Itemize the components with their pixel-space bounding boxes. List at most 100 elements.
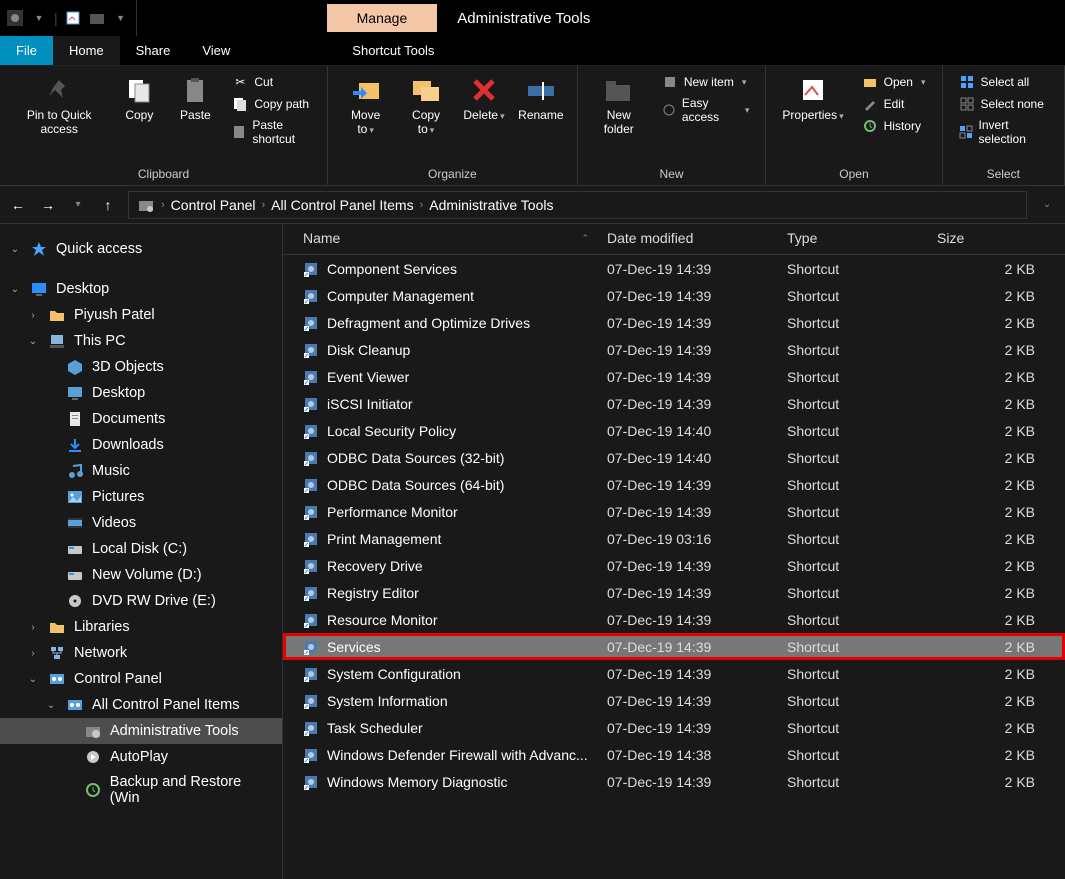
nav-item[interactable]: ⌄This PC	[0, 328, 282, 354]
expand-chevron-icon[interactable]: ⌄	[8, 284, 22, 295]
file-row[interactable]: Component Services07-Dec-19 14:39Shortcu…	[283, 255, 1065, 282]
file-list[interactable]: Name⌃ Date modified Type Size Component …	[283, 224, 1065, 879]
nav-item[interactable]: ⌄Desktop	[0, 276, 282, 302]
navigation-pane[interactable]: ⌄Quick access⌄Desktop›Piyush Patel⌄This …	[0, 224, 283, 879]
open-button[interactable]: Open▾	[856, 72, 932, 92]
forward-button[interactable]: →	[38, 195, 58, 215]
breadcrumb-leaf[interactable]: Administrative Tools	[429, 197, 553, 213]
file-row[interactable]: System Configuration07-Dec-19 14:39Short…	[283, 660, 1065, 687]
breadcrumb-mid[interactable]: All Control Panel Items	[271, 197, 413, 213]
file-row[interactable]: Local Security Policy07-Dec-19 14:40Shor…	[283, 417, 1065, 444]
file-row[interactable]: Windows Defender Firewall with Advanc...…	[283, 741, 1065, 768]
new-item-button[interactable]: New item▾	[656, 72, 756, 92]
new-folder-button[interactable]: New folder	[586, 70, 652, 165]
tab-share[interactable]: Share	[120, 36, 187, 65]
file-row[interactable]: Defragment and Optimize Drives07-Dec-19 …	[283, 309, 1065, 336]
file-row[interactable]: Resource Monitor07-Dec-19 14:39Shortcut2…	[283, 606, 1065, 633]
nav-item[interactable]: Downloads	[0, 432, 282, 458]
tab-file[interactable]: File	[0, 36, 53, 65]
invert-selection-button[interactable]: Invert selection	[953, 116, 1054, 148]
file-row[interactable]: Services07-Dec-19 14:39Shortcut2 KB	[283, 633, 1065, 660]
nav-item[interactable]: Pictures	[0, 484, 282, 510]
pin-to-quick-access-button[interactable]: Pin to Quick access	[8, 70, 110, 165]
expand-chevron-icon[interactable]: ›	[26, 648, 40, 659]
manage-contextual-tab[interactable]: Manage	[327, 4, 438, 32]
expand-chevron-icon[interactable]: ⌄	[8, 244, 22, 255]
tab-home[interactable]: Home	[53, 36, 120, 65]
nav-item[interactable]: ›Libraries	[0, 614, 282, 640]
file-row[interactable]: Performance Monitor07-Dec-19 14:39Shortc…	[283, 498, 1065, 525]
copy-button[interactable]: Copy	[112, 70, 166, 165]
tab-view[interactable]: View	[186, 36, 246, 65]
chevron-right-icon[interactable]: ›	[262, 199, 266, 211]
paste-shortcut-button[interactable]: Paste shortcut	[226, 116, 317, 148]
expand-chevron-icon[interactable]: ⌄	[26, 336, 40, 347]
move-to-button[interactable]: Move to▾	[336, 70, 395, 165]
file-row[interactable]: Windows Memory Diagnostic07-Dec-19 14:39…	[283, 768, 1065, 795]
nav-item[interactable]: ›Piyush Patel	[0, 302, 282, 328]
file-row[interactable]: Computer Management07-Dec-19 14:39Shortc…	[283, 282, 1065, 309]
select-none-button[interactable]: Select none	[953, 94, 1054, 114]
nav-item[interactable]: Local Disk (C:)	[0, 536, 282, 562]
expand-chevron-icon[interactable]: ›	[26, 310, 40, 321]
column-headers[interactable]: Name⌃ Date modified Type Size	[283, 224, 1065, 255]
breadcrumb[interactable]: › Control Panel › All Control Panel Item…	[128, 191, 1027, 219]
column-header-size[interactable]: Size	[937, 230, 1065, 246]
expand-chevron-icon[interactable]: ⌄	[26, 674, 40, 685]
nav-item[interactable]: ⌄Control Panel	[0, 666, 282, 692]
delete-icon	[468, 74, 500, 106]
chevron-right-icon[interactable]: ›	[161, 199, 165, 211]
qat-more-icon[interactable]: ▼	[112, 9, 130, 27]
file-row[interactable]: Event Viewer07-Dec-19 14:39Shortcut2 KB	[283, 363, 1065, 390]
file-row[interactable]: iSCSI Initiator07-Dec-19 14:39Shortcut2 …	[283, 390, 1065, 417]
nav-item[interactable]: New Volume (D:)	[0, 562, 282, 588]
address-dropdown-icon[interactable]: ⌄	[1037, 195, 1057, 215]
properties-icon[interactable]	[64, 9, 82, 27]
qat-dropdown-icon[interactable]: ▼	[30, 9, 48, 27]
rename-button[interactable]: Rename	[513, 70, 569, 165]
select-all-button[interactable]: Select all	[953, 72, 1054, 92]
back-button[interactable]: ←	[8, 195, 28, 215]
nav-item[interactable]: Documents	[0, 406, 282, 432]
easy-access-button[interactable]: Easy access▾	[656, 94, 756, 126]
nav-item[interactable]: DVD RW Drive (E:)	[0, 588, 282, 614]
delete-button[interactable]: Delete▾	[457, 70, 511, 165]
file-row[interactable]: Task Scheduler07-Dec-19 14:39Shortcut2 K…	[283, 714, 1065, 741]
file-row[interactable]: Recovery Drive07-Dec-19 14:39Shortcut2 K…	[283, 552, 1065, 579]
nav-item-label: New Volume (D:)	[92, 567, 202, 583]
file-row[interactable]: Disk Cleanup07-Dec-19 14:39Shortcut2 KB	[283, 336, 1065, 363]
up-button[interactable]: ↑	[98, 195, 118, 215]
recent-locations-icon[interactable]: ▾	[68, 195, 88, 215]
paste-button[interactable]: Paste	[168, 70, 222, 165]
nav-item[interactable]: ›Network	[0, 640, 282, 666]
nav-item[interactable]: ⌄All Control Panel Items	[0, 692, 282, 718]
nav-item[interactable]: 3D Objects	[0, 354, 282, 380]
nav-item[interactable]: Music	[0, 458, 282, 484]
properties-button[interactable]: Properties▾	[774, 70, 851, 165]
file-row[interactable]: System Information07-Dec-19 14:39Shortcu…	[283, 687, 1065, 714]
history-button[interactable]: History	[856, 116, 932, 136]
nav-item[interactable]: Videos	[0, 510, 282, 536]
file-row[interactable]: Registry Editor07-Dec-19 14:39Shortcut2 …	[283, 579, 1065, 606]
file-row[interactable]: ODBC Data Sources (64-bit)07-Dec-19 14:3…	[283, 471, 1065, 498]
nav-item[interactable]: Administrative Tools	[0, 718, 282, 744]
column-header-type[interactable]: Type	[787, 230, 937, 246]
nav-item[interactable]: Desktop	[0, 380, 282, 406]
chevron-right-icon[interactable]: ›	[420, 199, 424, 211]
edit-button[interactable]: Edit	[856, 94, 932, 114]
copy-to-button[interactable]: Copy to▾	[397, 70, 455, 165]
copy-path-button[interactable]: Copy path	[226, 94, 317, 114]
tab-shortcut-tools[interactable]: Shortcut Tools	[336, 36, 450, 65]
expand-chevron-icon[interactable]: ›	[26, 622, 40, 633]
nav-item[interactable]: ⌄Quick access	[0, 236, 282, 262]
file-row[interactable]: Print Management07-Dec-19 03:16Shortcut2…	[283, 525, 1065, 552]
expand-chevron-icon[interactable]: ⌄	[44, 700, 58, 711]
file-row[interactable]: ODBC Data Sources (32-bit)07-Dec-19 14:4…	[283, 444, 1065, 471]
breadcrumb-root[interactable]: Control Panel	[171, 197, 256, 213]
nav-item[interactable]: Backup and Restore (Win	[0, 770, 282, 810]
new-folder-quick-icon[interactable]	[88, 9, 106, 27]
column-header-date[interactable]: Date modified	[607, 230, 787, 246]
cut-button[interactable]: ✂Cut	[226, 72, 317, 92]
nav-item[interactable]: AutoPlay	[0, 744, 282, 770]
column-header-name[interactable]: Name⌃	[283, 230, 607, 246]
